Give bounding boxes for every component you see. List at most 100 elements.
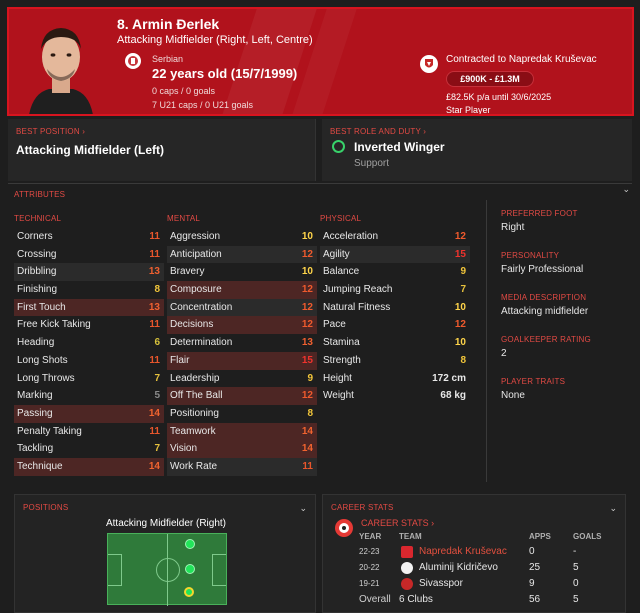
attribute-row[interactable]: Pace 12 [320, 316, 470, 334]
attribute-row[interactable]: Flair 15 [167, 351, 317, 370]
contract-club[interactable]: Contracted to Napredak Kruševac [446, 54, 597, 65]
attribute-name: Dribbling [17, 266, 57, 278]
position-dot [185, 564, 195, 574]
attribute-value: 7 [154, 443, 160, 455]
attribute-row[interactable]: Corners 11 [14, 228, 164, 246]
chevron-down-icon[interactable]: ⌄ [299, 503, 307, 514]
career-total-apps: 56 [529, 594, 541, 605]
attribute-value: 10 [454, 301, 466, 313]
attribute-row[interactable]: Strength 8 [320, 352, 470, 370]
attribute-row[interactable]: Balance 9 [320, 263, 470, 281]
attribute-row[interactable]: Free Kick Taking 11 [14, 316, 164, 334]
attribute-name: Bravery [170, 266, 205, 278]
attribute-row[interactable]: Tackling 7 [14, 440, 164, 458]
career-apps: 0 [529, 546, 535, 557]
attribute-row[interactable]: Work Rate 11 [167, 457, 317, 476]
best-position-link[interactable]: BEST POSITION › [16, 127, 85, 136]
career-row[interactable]: 22-23 Napredak Kruševac 0 - [323, 545, 627, 560]
attribute-row[interactable]: Bravery 10 [167, 263, 317, 281]
attribute-value: 9 [307, 372, 313, 384]
penalty-box-right [212, 554, 226, 586]
attribute-name: Teamwork [170, 425, 216, 437]
career-stats-selector[interactable]: CAREER STATS › [361, 518, 434, 528]
attribute-row[interactable]: Decisions 12 [167, 316, 317, 335]
attribute-row[interactable]: Determination 13 [167, 334, 317, 352]
attribute-value: 172 cm [432, 372, 466, 384]
pitch-diagram [107, 533, 227, 606]
attribute-row[interactable]: Long Throws 7 [14, 370, 164, 388]
player-info-column: PREFERRED FOOT Right PERSONALITY Fairly Pr… [486, 200, 626, 482]
attribute-row[interactable]: Dribbling 13 [14, 263, 164, 282]
attribute-row[interactable]: Concentration 12 [167, 298, 317, 317]
attribute-row[interactable]: First Touch 13 [14, 298, 164, 317]
nationality[interactable]: Serbian [152, 54, 183, 64]
attribute-value: 7 [154, 372, 160, 384]
year-header: YEAR [359, 532, 382, 541]
attribute-name: Off The Ball [170, 390, 223, 402]
attribute-row[interactable]: Off The Ball 12 [167, 387, 317, 405]
career-team[interactable]: Aluminij Kidričevo [419, 562, 498, 573]
attribute-value: 7 [460, 284, 466, 296]
preferred-foot-value: Right [501, 222, 525, 233]
attribute-value: 14 [301, 425, 313, 437]
player-header: 8. Armin Đerlek Attacking Midfielder (Ri… [7, 7, 634, 116]
attribute-row[interactable]: Passing 14 [14, 404, 164, 423]
attribute-row[interactable]: Finishing 8 [14, 281, 164, 299]
attribute-value: 11 [149, 425, 160, 437]
career-goals: 0 [573, 578, 579, 589]
attribute-name: Height [323, 372, 352, 384]
preferred-foot-label: PREFERRED FOOT [501, 209, 578, 218]
career-team[interactable]: Sivasspor [419, 578, 463, 589]
best-role-link[interactable]: BEST ROLE AND DUTY › [330, 127, 426, 136]
attribute-row[interactable]: Positioning 8 [167, 405, 317, 423]
attribute-row[interactable]: Crossing 11 [14, 246, 164, 264]
squad-status: Star Player [446, 105, 491, 115]
attribute-row[interactable]: Teamwork 14 [167, 422, 317, 441]
attribute-row[interactable]: Anticipation 12 [167, 245, 317, 264]
attribute-row[interactable]: Vision 14 [167, 440, 317, 458]
attribute-name: Marking [17, 390, 53, 402]
attribute-row[interactable]: Composure 12 [167, 281, 317, 299]
career-goals: 5 [573, 562, 579, 573]
attribute-name: Anticipation [170, 248, 222, 260]
attribute-row[interactable]: Weight 68 kg [320, 387, 470, 405]
attribute-row[interactable]: Marking 5 [14, 387, 164, 405]
attribute-value: 13 [301, 337, 313, 349]
chevron-down-icon[interactable]: ⌄ [609, 503, 617, 514]
attribute-row[interactable]: Stamina 10 [320, 334, 470, 352]
attribute-row[interactable]: Natural Fitness 10 [320, 299, 470, 317]
attribute-row[interactable]: Agility 15 [320, 245, 470, 264]
attribute-value: 11 [149, 354, 160, 366]
personality-value: Fairly Professional [501, 264, 584, 275]
attribute-name: Concentration [170, 301, 233, 313]
attribute-row[interactable]: Acceleration 12 [320, 228, 470, 246]
attribute-row[interactable]: Technique 14 [14, 457, 164, 476]
attribute-value: 8 [460, 354, 466, 366]
attribute-row[interactable]: Jumping Reach 7 [320, 281, 470, 299]
career-stats-panel: CAREER STATS ⌄ CAREER STATS › YEAR TEAM … [322, 494, 626, 613]
attribute-value: 14 [148, 460, 160, 472]
attribute-row[interactable]: Penalty Taking 11 [14, 423, 164, 441]
attribute-value: 14 [148, 407, 160, 419]
attribute-value: 11 [149, 319, 160, 331]
attribute-row[interactable]: Long Shots 11 [14, 352, 164, 370]
career-total-row: Overall 6 Clubs 56 5 [323, 593, 627, 608]
career-total-clubs: 6 Clubs [399, 594, 433, 605]
attribute-name: Jumping Reach [323, 284, 393, 296]
attribute-name: Composure [170, 284, 222, 296]
caps: 0 caps / 0 goals [152, 86, 216, 96]
attribute-row[interactable]: Aggression 10 [167, 228, 317, 246]
player-age: 22 years old (15/7/1999) [152, 66, 298, 81]
attribute-row[interactable]: Height 172 cm [320, 370, 470, 388]
attribute-value: 13 [148, 301, 160, 313]
wage: £82.5K p/a until 30/6/2025 [446, 92, 552, 102]
player-positions: Attacking Midfielder (Right, Left, Centr… [117, 34, 313, 46]
chevron-down-icon[interactable]: ⌄ [622, 184, 630, 195]
career-team[interactable]: Napredak Kruševac [419, 546, 507, 557]
attribute-row[interactable]: Leadership 9 [167, 370, 317, 388]
career-row[interactable]: 20-22 Aluminij Kidričevo 25 5 [323, 561, 627, 576]
attribute-name: Long Throws [17, 372, 75, 384]
attribute-row[interactable]: Heading 6 [14, 334, 164, 352]
attribute-value: 6 [154, 337, 160, 349]
career-row[interactable]: 19-21 Sivasspor 9 0 [323, 577, 627, 592]
